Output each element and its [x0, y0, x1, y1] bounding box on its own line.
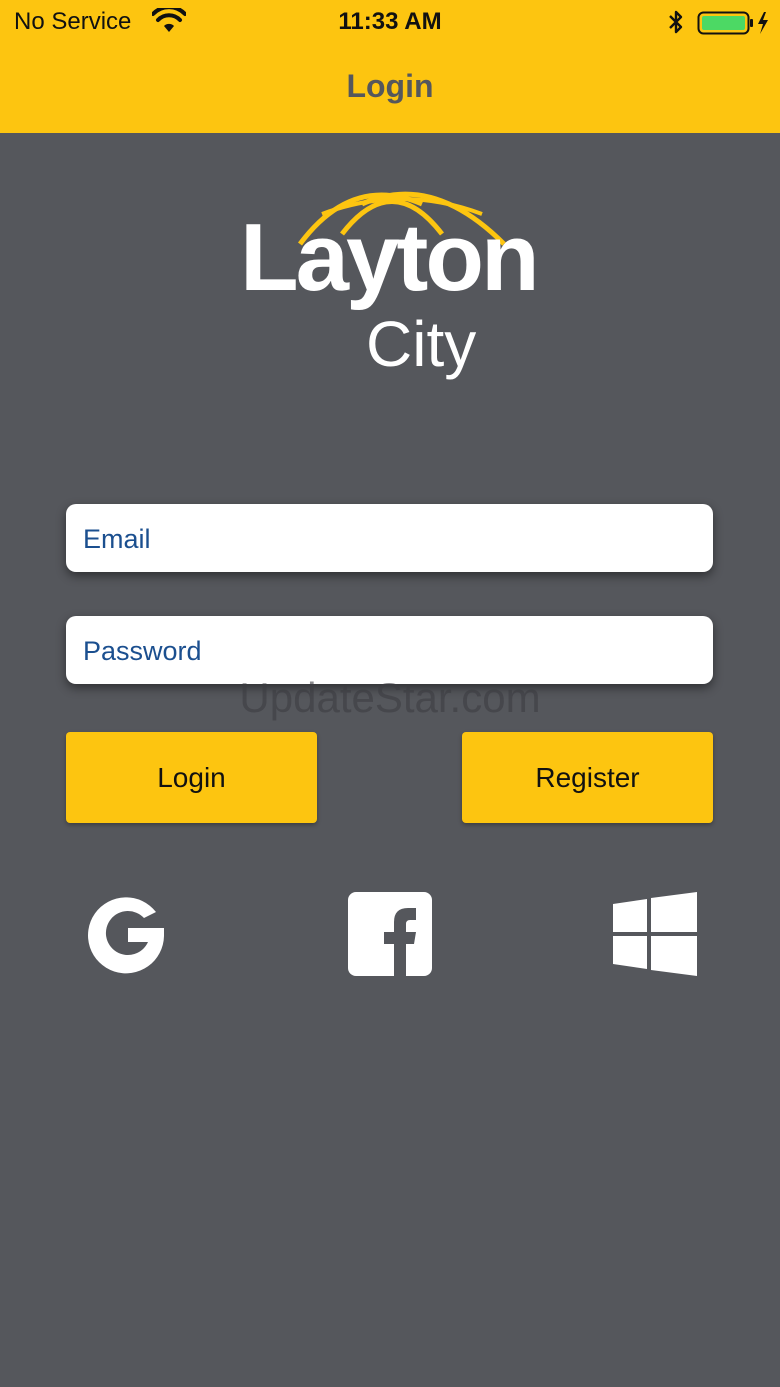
microsoft-login-button[interactable]	[607, 886, 703, 982]
page-title: Login	[346, 68, 434, 104]
facebook-login-button[interactable]	[342, 886, 438, 982]
facebook-icon	[348, 892, 432, 976]
email-field[interactable]	[66, 504, 713, 574]
navigation-bar: No Service 11:33 AM Login	[0, 0, 780, 133]
google-login-button[interactable]	[78, 886, 174, 982]
login-button[interactable]: Login	[66, 732, 317, 823]
email-input[interactable]	[81, 504, 702, 574]
google-icon	[88, 897, 164, 974]
register-button[interactable]: Register	[462, 732, 713, 823]
logo-word-city: City	[366, 308, 477, 380]
status-time: 11:33 AM	[338, 8, 442, 35]
logo-word-layton: Layton	[240, 204, 540, 311]
bluetooth-icon	[669, 10, 683, 34]
password-field[interactable]	[66, 616, 713, 686]
battery-icon	[697, 11, 768, 35]
password-input[interactable]	[81, 616, 702, 686]
layton-city-logo: Layton City	[236, 184, 546, 394]
status-bar: No Service 11:33 AM	[0, 0, 780, 44]
windows-icon	[613, 892, 697, 976]
